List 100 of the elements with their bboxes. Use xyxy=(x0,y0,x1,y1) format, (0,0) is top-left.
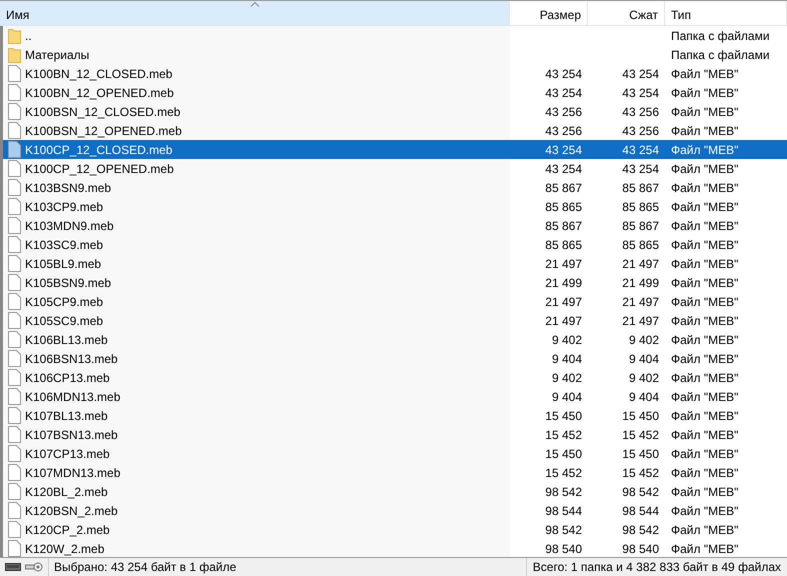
file-type: Файл "MEB" xyxy=(671,352,738,366)
packed-size: 85 865 xyxy=(622,200,659,214)
file-type: Файл "MEB" xyxy=(671,408,738,422)
file-name: K103CP9.meb xyxy=(25,200,104,214)
file-type: Файл "MEB" xyxy=(671,86,738,100)
packed-size: 9 402 xyxy=(628,370,659,384)
file-type: Файл "MEB" xyxy=(671,370,738,384)
packed-size: 9 402 xyxy=(628,332,659,346)
file-type: Файл "MEB" xyxy=(671,180,738,194)
file-type: Файл "MEB" xyxy=(671,390,738,404)
file-type: Файл "MEB" xyxy=(671,276,738,290)
file-type: Файл "MEB" xyxy=(671,332,738,346)
file-size: 15 452 xyxy=(545,428,582,442)
selection-status: Выбрано: 43 254 байт в 1 файле xyxy=(53,560,238,574)
file-type: Файл "MEB" xyxy=(671,162,738,176)
file-type: Файл "MEB" xyxy=(671,504,738,518)
file-size: 43 254 xyxy=(545,142,582,156)
file-type: Файл "MEB" xyxy=(671,428,738,442)
file-size: 85 865 xyxy=(545,238,582,252)
packed-size: 15 450 xyxy=(622,446,659,460)
file-size: 9 402 xyxy=(552,332,582,346)
file-size: 85 867 xyxy=(545,218,582,232)
file-name: K106MDN13.meb xyxy=(25,390,120,404)
packed-size: 43 254 xyxy=(622,142,659,156)
file-size: 21 497 xyxy=(545,294,582,308)
packed-size: 85 867 xyxy=(622,180,659,194)
file-name: K106BSN13.meb xyxy=(25,352,118,366)
file-type: Файл "MEB" xyxy=(671,314,738,328)
file-size: 43 256 xyxy=(545,124,582,138)
file-type: Файл "MEB" xyxy=(671,522,738,536)
packed-size: 9 404 xyxy=(628,390,659,404)
file-name: K105BSN9.meb xyxy=(25,276,112,290)
file-name: Материалы xyxy=(25,48,90,62)
file-size: 9 402 xyxy=(552,370,582,384)
packed-size: 21 497 xyxy=(622,256,659,270)
file-name: K100CP_12_CLOSED.meb xyxy=(25,142,172,156)
packed-size: 43 256 xyxy=(622,124,659,138)
packed-size: 43 254 xyxy=(622,86,659,100)
file-name: K105SC9.meb xyxy=(25,314,104,328)
packed-size: 21 497 xyxy=(622,294,659,308)
file-name: K100CP_12_OPENED.meb xyxy=(25,162,174,176)
packed-size: 98 542 xyxy=(622,522,659,536)
packed-size: 43 254 xyxy=(622,162,659,176)
file-size: 85 865 xyxy=(545,200,582,214)
packed-size: 21 497 xyxy=(622,314,659,328)
file-row[interactable]: K100CP_12_CLOSED.meb 43 254 43 254 Файл "MEB" xyxy=(3,140,787,159)
file-type: Файл "MEB" xyxy=(671,484,738,498)
drive-icon xyxy=(5,563,21,571)
file-name: K120W_2.meb xyxy=(25,542,104,556)
file-type: Папка с файлами xyxy=(671,28,770,42)
key-icon xyxy=(25,562,43,572)
file-name: K120BSN_2.meb xyxy=(25,504,118,518)
file-name: K107BSN13.meb xyxy=(25,428,118,442)
file-type: Файл "MEB" xyxy=(671,200,738,214)
packed-size: 98 542 xyxy=(622,484,659,498)
packed-size: 85 865 xyxy=(622,238,659,252)
file-size: 9 404 xyxy=(552,390,582,404)
file-type: Файл "MEB" xyxy=(671,466,738,480)
total-status: Всего: 1 папка и 4 382 833 байт в 49 файлах xyxy=(526,558,787,576)
file-name: K107MDN13.meb xyxy=(25,466,120,480)
column-header[interactable]: Имя xyxy=(0,1,510,25)
file-name: K120BL_2.meb xyxy=(25,484,108,498)
column-header[interactable]: Размер xyxy=(510,1,588,25)
file-size: 85 867 xyxy=(545,180,582,194)
file-type: Файл "MEB" xyxy=(671,256,738,270)
file-size: 98 544 xyxy=(545,504,582,518)
file-name: K105CP9.meb xyxy=(25,294,104,308)
file-size: 43 256 xyxy=(545,104,582,118)
file-size: 98 542 xyxy=(545,484,582,498)
file-type: Папка с файлами xyxy=(671,48,770,62)
file-name: K100BN_12_CLOSED.meb xyxy=(25,66,172,80)
file-type: Файл "MEB" xyxy=(671,542,738,556)
file-size: 98 542 xyxy=(545,522,582,536)
packed-size: 85 867 xyxy=(622,218,659,232)
packed-size: 43 256 xyxy=(622,104,659,118)
file-size: 21 497 xyxy=(545,314,582,328)
file-name: K107CP13.meb xyxy=(25,446,110,460)
packed-size: 21 499 xyxy=(622,276,659,290)
file-size: 43 254 xyxy=(545,86,582,100)
file-size: 9 404 xyxy=(552,352,582,366)
file-type: Файл "MEB" xyxy=(671,294,738,308)
file-name: .. xyxy=(25,28,32,42)
packed-size: 15 452 xyxy=(622,466,659,480)
file-size: 43 254 xyxy=(545,162,582,176)
file-type: Файл "MEB" xyxy=(671,446,738,460)
column-header[interactable]: Сжат xyxy=(588,1,665,25)
file-name: K106BL13.meb xyxy=(25,332,108,346)
column-header[interactable]: Тип xyxy=(665,1,787,25)
file-type: Файл "MEB" xyxy=(671,124,738,138)
file-name: K120CP_2.meb xyxy=(25,522,110,536)
packed-size: 98 544 xyxy=(622,504,659,518)
file-size: 15 452 xyxy=(545,466,582,480)
file-type: Файл "MEB" xyxy=(671,104,738,118)
file-name: K103MDN9.meb xyxy=(25,218,114,232)
file-name: K107BL13.meb xyxy=(25,408,108,422)
file-name: K103BSN9.meb xyxy=(25,180,112,194)
file-size: 15 450 xyxy=(545,446,582,460)
file-size: 43 254 xyxy=(545,66,582,80)
packed-size: 43 254 xyxy=(622,66,659,80)
packed-size: 15 452 xyxy=(622,428,659,442)
